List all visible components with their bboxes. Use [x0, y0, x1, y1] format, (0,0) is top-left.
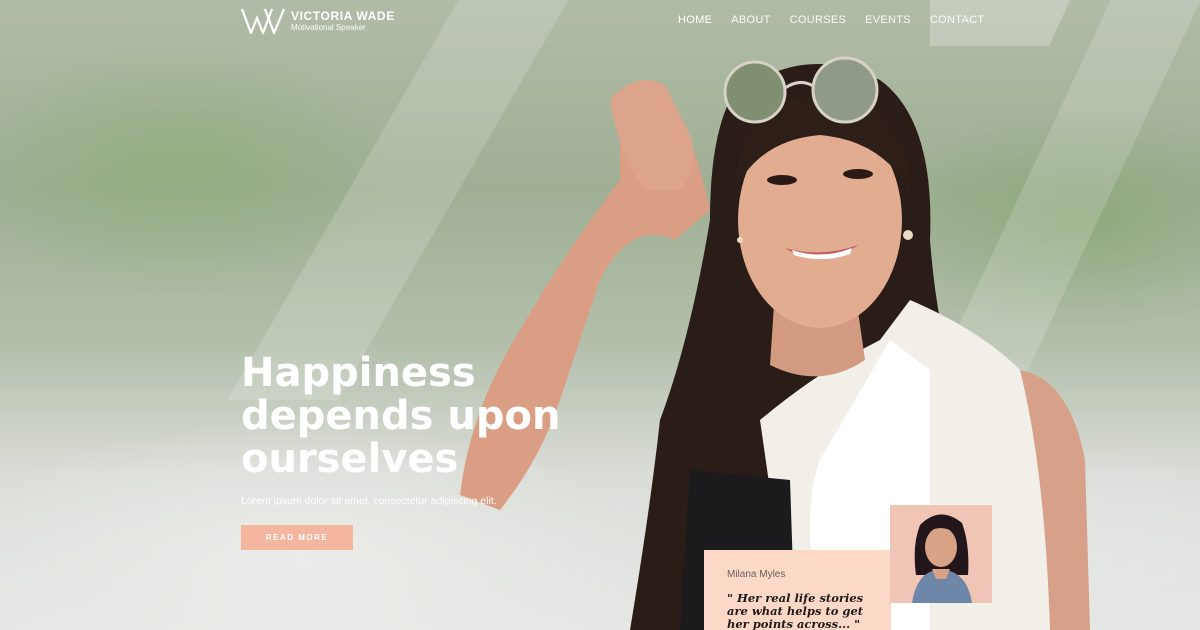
hero-section: VICTORIA WADE Motivational Speaker HOME … — [0, 0, 1200, 630]
headline-line: depends upon — [241, 393, 561, 439]
nav-about-link[interactable]: ABOUT — [731, 14, 770, 26]
read-more-button[interactable]: READ MORE — [241, 525, 353, 550]
hero-person-image — [460, 56, 1090, 630]
brand-logo[interactable]: VICTORIA WADE Motivational Speaker — [241, 8, 395, 34]
hero-headline: Happiness depends upon ourselves — [241, 352, 661, 481]
main-nav: HOME ABOUT COURSES EVENTS CONTACT — [678, 14, 984, 26]
hero-subtext: Lorem ipsum dolor sit amet, consectetur … — [241, 495, 497, 507]
nav-events-link[interactable]: EVENTS — [865, 14, 911, 26]
testimonial-author: Milana Myles — [727, 569, 786, 580]
nav-home-link[interactable]: HOME — [678, 14, 712, 26]
nav-courses-link[interactable]: COURSES — [790, 14, 847, 26]
testimonial-quote: " Her real life stories are what helps t… — [727, 591, 864, 630]
brand-tagline: Motivational Speaker — [291, 22, 366, 32]
nav-contact-link[interactable]: CONTACT — [930, 14, 984, 26]
brand-name: VICTORIA WADE — [291, 8, 395, 23]
headline-line: Happiness — [241, 350, 476, 396]
testimonial-card: Milana Myles " Her real life stories are… — [704, 550, 891, 630]
headline-line: ourselves — [241, 436, 459, 482]
testimonial-avatar — [890, 505, 992, 603]
logo-mark-icon — [241, 8, 285, 34]
